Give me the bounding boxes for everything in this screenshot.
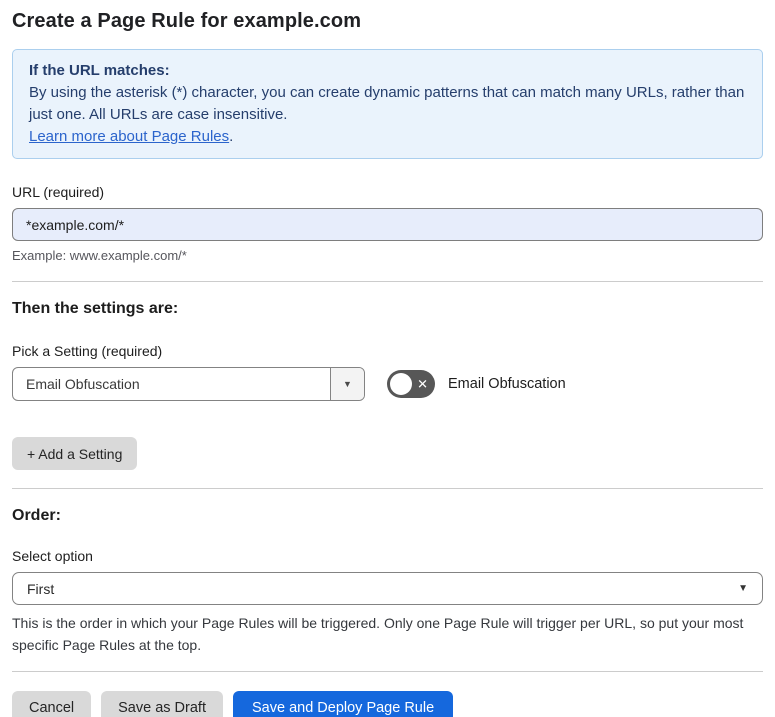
info-box-link-line: Learn more about Page Rules. xyxy=(29,126,746,148)
email-obfuscation-toggle-group: ✕ Email Obfuscation xyxy=(387,370,566,398)
setting-row: Email Obfuscation ▼ ✕ Email Obfuscation xyxy=(12,367,763,401)
url-matches-info-box: If the URL matches: By using the asteris… xyxy=(12,49,763,159)
email-obfuscation-toggle[interactable]: ✕ xyxy=(387,370,435,398)
order-select-label: Select option xyxy=(12,548,93,564)
setting-select-value: Email Obfuscation xyxy=(26,376,140,392)
order-select-value: First xyxy=(27,580,55,597)
divider xyxy=(12,281,763,282)
footer-actions: Cancel Save as Draft Save and Deploy Pag… xyxy=(12,691,763,717)
toggle-knob xyxy=(390,373,412,395)
pick-setting-label: Pick a Setting (required) xyxy=(12,343,163,359)
url-field-label: URL (required) xyxy=(12,184,105,200)
divider xyxy=(12,488,763,489)
cancel-button[interactable]: Cancel xyxy=(12,691,92,717)
add-setting-button[interactable]: + Add a Setting xyxy=(12,437,138,470)
toggle-off-icon: ✕ xyxy=(417,376,428,392)
info-box-body: By using the asterisk (*) character, you… xyxy=(29,82,746,126)
link-period: . xyxy=(229,128,234,145)
url-example-text: Example: www.example.com/* xyxy=(12,248,187,263)
learn-more-link[interactable]: Learn more about Page Rules xyxy=(29,128,229,145)
chevron-down-icon: ▼ xyxy=(738,583,748,594)
toggle-label: Email Obfuscation xyxy=(448,376,566,392)
setting-select[interactable]: Email Obfuscation ▼ xyxy=(12,367,365,401)
save-and-deploy-button[interactable]: Save and Deploy Page Rule xyxy=(232,691,454,717)
chevron-down-icon[interactable]: ▼ xyxy=(330,368,364,400)
order-select[interactable]: First ▼ xyxy=(12,572,763,605)
settings-section-heading: Then the settings are: xyxy=(12,300,179,317)
page-rule-form: Create a Page Rule for example.com If th… xyxy=(0,10,775,717)
info-box-heading: If the URL matches: xyxy=(29,62,170,79)
url-input[interactable] xyxy=(12,208,763,241)
order-section-heading: Order: xyxy=(12,507,61,524)
info-box-body-text: By using the asterisk (*) character, you… xyxy=(29,84,745,123)
page-title: Create a Page Rule for example.com xyxy=(12,10,362,32)
divider xyxy=(12,671,763,672)
order-description: This is the order in which your Page Rul… xyxy=(12,615,744,653)
save-as-draft-button[interactable]: Save as Draft xyxy=(101,691,223,717)
